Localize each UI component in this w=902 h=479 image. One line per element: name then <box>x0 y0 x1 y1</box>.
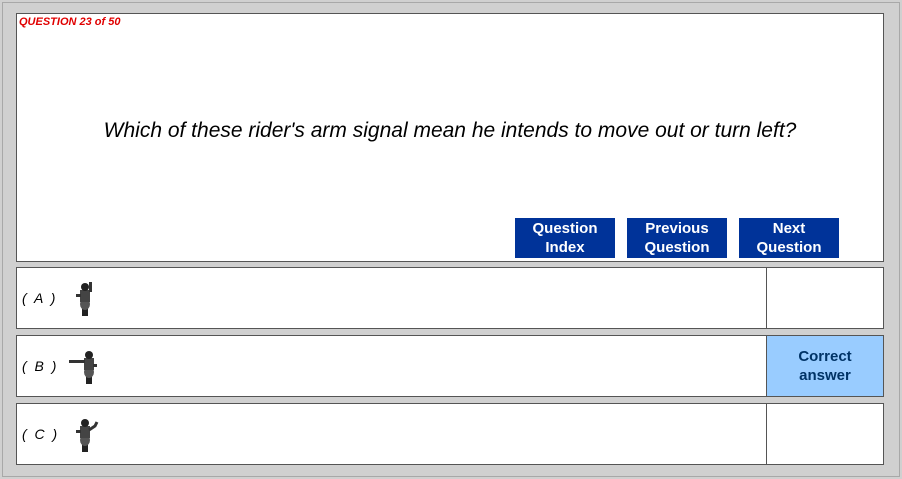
rider-arm-circling-icon <box>76 419 99 452</box>
answer-result <box>766 268 883 328</box>
answer-result <box>766 404 883 464</box>
correct-answer-badge: Correct answer <box>766 336 883 396</box>
question-counter: QUESTION 23 of 50 <box>19 16 121 28</box>
question-panel: QUESTION 23 of 50 Which of these rider's… <box>16 13 884 262</box>
answer-option-a[interactable]: ( A ) <box>16 267 884 329</box>
question-index-button[interactable]: Question Index <box>515 218 615 258</box>
previous-question-button[interactable]: Previous Question <box>627 218 727 258</box>
question-text: Which of these rider's arm signal mean h… <box>103 119 797 142</box>
answer-label: ( B ) <box>22 358 59 374</box>
answer-label: ( C ) <box>22 426 60 442</box>
answer-option-c[interactable]: ( C ) <box>16 403 884 465</box>
answer-label: ( A ) <box>22 290 58 306</box>
rider-arm-extended-left-icon <box>69 351 97 384</box>
answer-option-b[interactable]: ( B ) Correct answer <box>16 335 884 397</box>
next-question-button[interactable]: Next Question <box>739 218 839 258</box>
rider-arm-raised-icon <box>76 282 92 316</box>
